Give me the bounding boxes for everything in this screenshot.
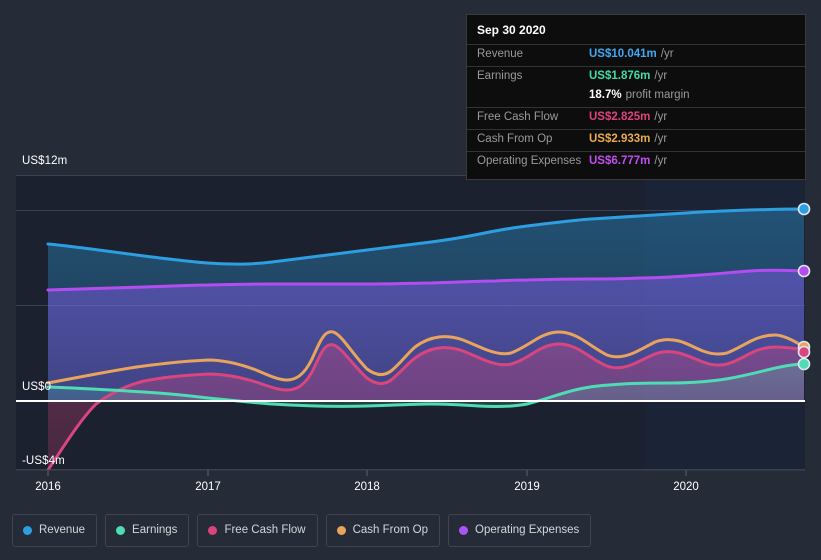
tooltip-row-profit-margin: 18.7% profit margin xyxy=(467,88,805,107)
tooltip-value-operating-expenses: US$6.777m xyxy=(589,155,651,167)
y-axis-label-zero: US$0 xyxy=(22,381,52,393)
tooltip-label-operating-expenses: Operating Expenses xyxy=(477,155,582,167)
x-axis-ticks xyxy=(47,470,687,476)
legend-dot-icon-free-cash-flow xyxy=(208,526,218,535)
tooltip-row-earnings: Earnings US$1.876m /yr xyxy=(467,66,805,88)
endpoint-marker-free-cash-flow xyxy=(797,345,811,359)
legend-label-free-cash-flow: Free Cash Flow xyxy=(224,523,306,536)
tooltip-date: Sep 30 2020 xyxy=(477,23,546,37)
legend-dot-icon-operating-expenses xyxy=(459,526,469,535)
chart-legend: Revenue Earnings Free Cash Flow Cash Fro… xyxy=(12,514,592,547)
y-axis-label-top: US$12m xyxy=(22,155,68,167)
legend-dot-icon-revenue xyxy=(23,526,32,535)
legend-dot-icon-cash-from-op xyxy=(336,526,346,535)
endpoint-marker-operating-expenses xyxy=(797,264,811,278)
endpoint-marker-revenue xyxy=(797,202,811,216)
legend-label-revenue: Revenue xyxy=(39,523,86,536)
tooltip-row-cash-from-op: Cash From Op US$2.933m /yr xyxy=(467,129,805,151)
tooltip-unit-revenue: /yr xyxy=(660,48,674,60)
legend-item-cash-from-op[interactable]: Cash From Op xyxy=(325,514,441,547)
tooltip-row-revenue: Revenue US$10.041m /yr xyxy=(467,44,805,66)
legend-item-revenue[interactable]: Revenue xyxy=(12,514,98,547)
x-axis-label-2020: 2020 xyxy=(673,481,699,493)
x-axis-label-2017: 2017 xyxy=(195,481,221,493)
legend-dot-icon-earnings xyxy=(116,526,126,535)
tooltip-row-operating-expenses: Operating Expenses US$6.777m /yr xyxy=(467,151,805,173)
tooltip-label-revenue: Revenue xyxy=(477,48,524,60)
tooltip-unit-free-cash-flow: /yr xyxy=(654,111,668,123)
tooltip-value-earnings: US$1.876m xyxy=(589,70,651,82)
tooltip-row-free-cash-flow: Free Cash Flow US$2.825m /yr xyxy=(467,107,805,129)
tooltip-unit-operating-expenses: /yr xyxy=(654,155,668,167)
tooltip-unit-earnings: /yr xyxy=(654,70,668,82)
legend-item-earnings[interactable]: Earnings xyxy=(105,514,190,547)
tooltip-unit-profit-margin: profit margin xyxy=(625,89,690,101)
legend-label-cash-from-op: Cash From Op xyxy=(352,523,429,536)
legend-label-operating-expenses: Operating Expenses xyxy=(475,523,580,536)
endpoint-marker-earnings xyxy=(797,357,811,371)
tooltip-value-revenue: US$10.041m xyxy=(589,48,657,60)
y-axis-label-bottom: -US$4m xyxy=(22,455,65,467)
x-axis-label-2018: 2018 xyxy=(354,481,380,493)
chart-tooltip: Sep 30 2020 Revenue US$10.041m /yr Earni… xyxy=(466,14,806,180)
tooltip-value-free-cash-flow: US$2.825m xyxy=(589,111,651,123)
x-axis-label-2019: 2019 xyxy=(514,481,540,493)
legend-item-operating-expenses[interactable]: Operating Expenses xyxy=(448,514,592,547)
tooltip-value-profit-margin: 18.7% xyxy=(589,89,622,101)
tooltip-value-cash-from-op: US$2.933m xyxy=(589,133,651,145)
tooltip-unit-cash-from-op: /yr xyxy=(654,133,668,145)
tooltip-label-free-cash-flow: Free Cash Flow xyxy=(477,111,559,123)
legend-label-earnings: Earnings xyxy=(132,523,178,536)
x-axis-label-2016: 2016 xyxy=(35,481,61,493)
financial-area-chart[interactable]: US$12m US$0 -US$4m 2016 2017 2018 2019 2… xyxy=(0,0,821,560)
legend-item-free-cash-flow[interactable]: Free Cash Flow xyxy=(197,514,318,547)
tooltip-label-cash-from-op: Cash From Op xyxy=(477,133,553,145)
tooltip-label-earnings: Earnings xyxy=(477,70,523,82)
